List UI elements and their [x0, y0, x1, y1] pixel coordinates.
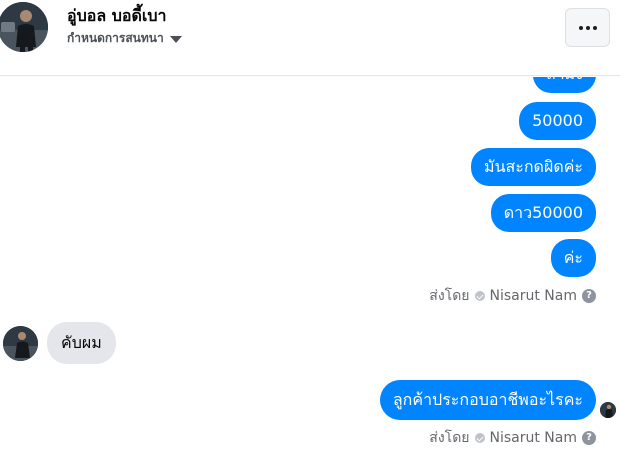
verified-icon — [474, 433, 485, 443]
conversation-header: อู่บอล บอดี้เบา กำหนดการสนทนา — [0, 0, 620, 76]
sent-by-label: ส่งโดย Nisarut Nam ? — [429, 285, 596, 307]
help-icon[interactable]: ? — [582, 431, 596, 445]
conversation-settings-dropdown[interactable]: กำหนดการสนทนา — [67, 29, 182, 48]
contact-avatar-small[interactable] — [3, 326, 38, 361]
sent-by-prefix: ส่งโดย — [429, 288, 470, 304]
outgoing-message[interactable]: ลูกค้าประกอบอาชีพอะไรคะ — [379, 380, 596, 420]
contact-avatar[interactable] — [0, 2, 48, 52]
outgoing-message[interactable]: มันสะกดผิดค่ะ — [471, 148, 596, 186]
sent-by-prefix: ส่งโดย — [429, 430, 470, 446]
outgoing-message[interactable]: ค่ะ — [550, 239, 596, 277]
sender-name[interactable]: Nisarut Nam — [490, 288, 578, 304]
outgoing-message[interactable]: ดาว50000 — [490, 194, 596, 232]
verified-icon — [474, 291, 485, 301]
message-thread[interactable]: ถามง 50000 มันสะกดผิดค่ะ ดาว50000 ค่ะ ส่… — [0, 77, 620, 455]
conversation-settings-label: กำหนดการสนทนา — [67, 31, 164, 45]
outgoing-message[interactable]: 50000 — [519, 102, 596, 140]
sender-name[interactable]: Nisarut Nam — [490, 430, 578, 446]
seen-by-avatar — [600, 402, 616, 418]
outgoing-message[interactable]: ถามง — [532, 77, 596, 93]
sent-by-label: ส่งโดย Nisarut Nam ? — [429, 427, 596, 449]
caret-down-icon — [169, 35, 182, 43]
help-icon[interactable]: ? — [582, 289, 596, 303]
more-dots-icon — [578, 25, 583, 30]
more-options-button[interactable] — [565, 8, 610, 47]
incoming-message[interactable]: คับผม — [47, 322, 116, 364]
contact-name[interactable]: อู่บอล บอดี้เบา — [67, 4, 167, 29]
